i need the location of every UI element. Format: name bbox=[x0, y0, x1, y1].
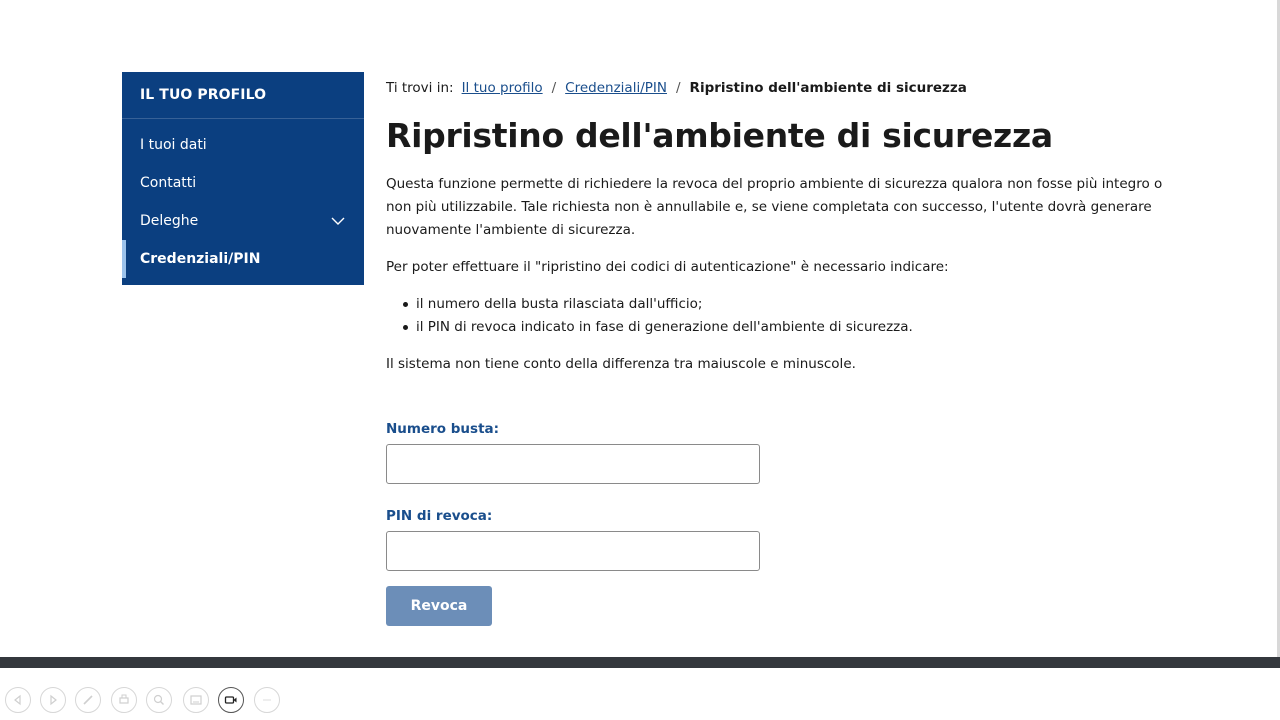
breadcrumb-link-profilo[interactable]: Il tuo profilo bbox=[462, 80, 543, 96]
chevron-down-icon[interactable] bbox=[330, 213, 346, 229]
subtitles-icon[interactable] bbox=[183, 687, 209, 713]
pin-revoca-label: PIN di revoca: bbox=[386, 508, 493, 524]
numero-busta-input[interactable] bbox=[386, 444, 760, 484]
play-icon[interactable] bbox=[40, 687, 66, 713]
sidebar-item-label: Deleghe bbox=[140, 213, 199, 229]
sidebar-item-credenziali-pin[interactable]: Credenziali/PIN bbox=[122, 240, 364, 278]
breadcrumb-link-credenziali[interactable]: Credenziali/PIN bbox=[565, 80, 667, 96]
case-note: Il sistema non tiene conto della differe… bbox=[386, 356, 856, 372]
revoca-button[interactable]: Revoca bbox=[386, 586, 492, 626]
sidebar-item-label: Credenziali/PIN bbox=[140, 251, 261, 267]
pin-revoca-input[interactable] bbox=[386, 531, 760, 571]
breadcrumb-separator: / bbox=[551, 80, 557, 96]
footer-bar bbox=[0, 657, 1280, 668]
prev-icon[interactable] bbox=[5, 687, 31, 713]
requirements-intro: Per poter effettuare il "ripristino dei … bbox=[386, 259, 949, 275]
sidebar-item-contatti[interactable]: Contatti bbox=[122, 164, 364, 202]
page-title: Ripristino dell'ambiente di sicurezza bbox=[386, 116, 1053, 155]
revoca-form: Numero busta: PIN di revoca: Revoca bbox=[386, 418, 1176, 626]
info-icon[interactable] bbox=[254, 687, 280, 713]
main-content: Ti trovi in: Il tuo profilo / Credenzial… bbox=[386, 76, 1176, 626]
sidebar-title: IL TUO PROFILO bbox=[122, 72, 364, 119]
profile-sidebar: IL TUO PROFILO I tuoi dati Contatti Dele… bbox=[122, 72, 364, 285]
sidebar-list: I tuoi dati Contatti Deleghe Credenziali… bbox=[122, 119, 364, 278]
zoom-icon[interactable] bbox=[146, 687, 172, 713]
intro-text: Questa funzione permette di richiedere l… bbox=[386, 176, 1163, 238]
numero-busta-label: Numero busta: bbox=[386, 421, 500, 437]
breadcrumb-separator: / bbox=[675, 80, 681, 96]
sidebar-item-deleghe[interactable]: Deleghe bbox=[122, 202, 364, 240]
sidebar-item-label: Contatti bbox=[140, 175, 197, 191]
camera-icon[interactable] bbox=[218, 687, 244, 713]
breadcrumb: Ti trovi in: Il tuo profilo / Credenzial… bbox=[386, 76, 1176, 100]
list-item: il numero della busta rilasciata dall'uf… bbox=[386, 293, 1176, 316]
breadcrumb-prefix: Ti trovi in: bbox=[386, 80, 454, 96]
print-icon[interactable] bbox=[111, 687, 137, 713]
list-item: il PIN di revoca indicato in fase di gen… bbox=[386, 316, 1176, 339]
player-toolbar bbox=[0, 668, 1280, 720]
requirements-list: il numero della busta rilasciata dall'uf… bbox=[386, 293, 1176, 339]
sidebar-item-label: I tuoi dati bbox=[140, 137, 207, 153]
pen-icon[interactable] bbox=[75, 687, 101, 713]
sidebar-item-i-tuoi-dati[interactable]: I tuoi dati bbox=[122, 126, 364, 164]
page: IL TUO PROFILO I tuoi dati Contatti Dele… bbox=[0, 0, 1280, 657]
breadcrumb-current: Ripristino dell'ambiente di sicurezza bbox=[689, 80, 967, 96]
